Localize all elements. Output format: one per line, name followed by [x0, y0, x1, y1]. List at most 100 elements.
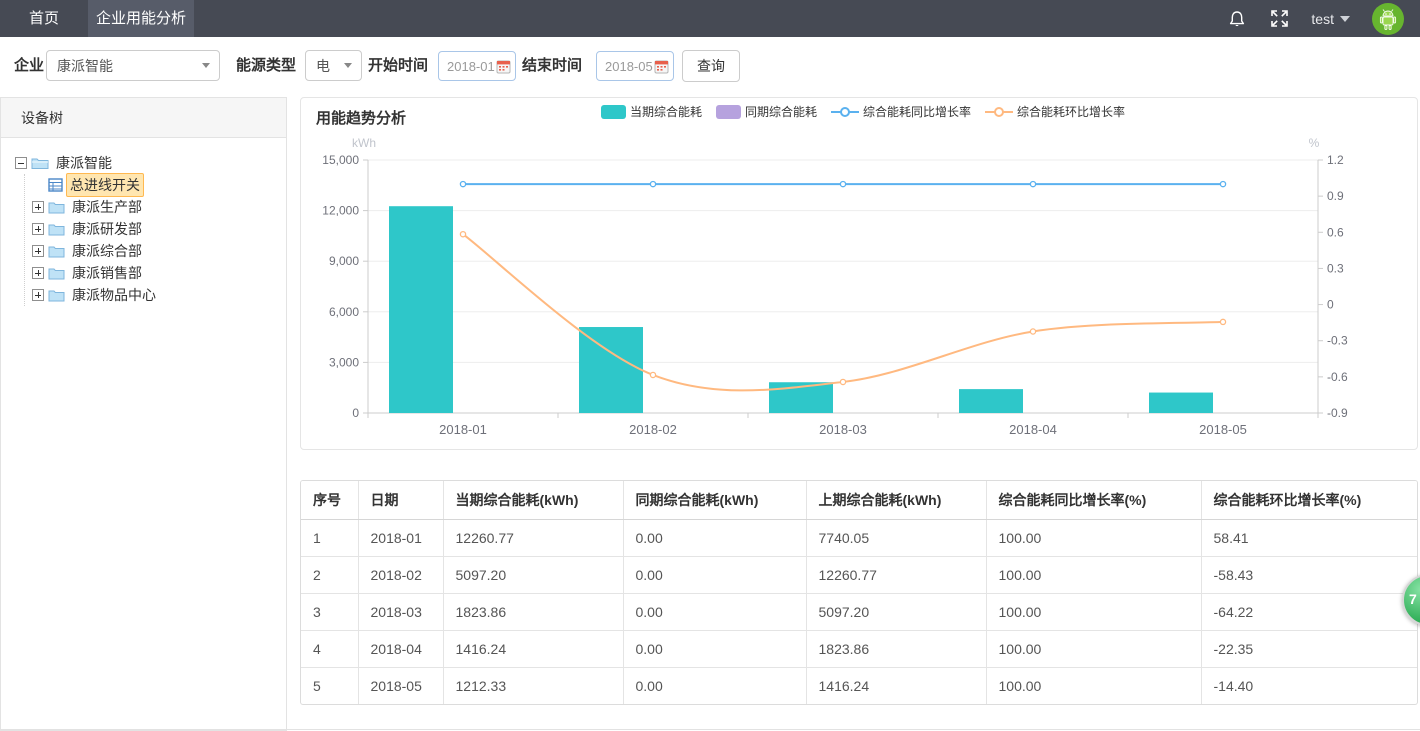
- table-cell: 2018-03: [358, 593, 443, 630]
- folder-icon: [48, 289, 65, 302]
- legend-item-mom-growth[interactable]: 综合能耗环比增长率: [985, 103, 1125, 120]
- table-cell: 0.00: [623, 667, 806, 704]
- table-header-cell: 日期: [358, 481, 443, 519]
- collapse-icon[interactable]: [15, 157, 27, 169]
- svg-text:-0.6: -0.6: [1327, 370, 1348, 384]
- folder-icon: [48, 223, 65, 236]
- enterprise-label: 企业: [14, 37, 44, 95]
- energy-type-select[interactable]: 电: [305, 50, 362, 81]
- tree-node-label: 康派研发部: [68, 217, 146, 241]
- start-date-input[interactable]: 2018-01: [438, 51, 516, 81]
- svg-text:0: 0: [352, 406, 359, 420]
- user-avatar[interactable]: [1372, 3, 1404, 35]
- enterprise-select[interactable]: 康派智能: [46, 50, 220, 81]
- line-swatch-icon: [831, 106, 859, 118]
- end-date-value: 2018-05: [597, 59, 654, 74]
- fullscreen-icon[interactable]: [1269, 9, 1289, 29]
- legend-label: 同期综合能耗: [745, 103, 817, 120]
- legend-item-yoy-growth[interactable]: 综合能耗同比增长率: [831, 103, 971, 120]
- tree-node-main-switch[interactable]: 总进线开关: [32, 174, 280, 196]
- tree-node-rd-dept[interactable]: 康派研发部: [32, 218, 280, 240]
- table-cell: 100.00: [986, 556, 1201, 593]
- expand-icon[interactable]: [32, 201, 44, 213]
- table-row: 5 2018-05 1212.33 0.00 1416.24 100.00 -1…: [301, 667, 1418, 704]
- table-cell: 12260.77: [443, 519, 623, 556]
- tree-connector: [32, 179, 44, 191]
- table-cell: 100.00: [986, 667, 1201, 704]
- open-folder-icon: [31, 156, 49, 170]
- table-header-cell: 序号: [301, 481, 358, 519]
- calendar-icon[interactable]: [654, 59, 669, 74]
- table-cell: 1823.86: [443, 593, 623, 630]
- tree-node-production-dept[interactable]: 康派生产部: [32, 196, 280, 218]
- svg-text:12,000: 12,000: [322, 204, 359, 218]
- chart-title: 用能趋势分析: [316, 107, 406, 128]
- svg-text:6,000: 6,000: [329, 305, 359, 319]
- table-cell: 100.00: [986, 630, 1201, 667]
- table-row: 2 2018-02 5097.20 0.00 12260.77 100.00 -…: [301, 556, 1418, 593]
- tree-node-goods-center[interactable]: 康派物品中心: [32, 284, 280, 306]
- svg-text:9,000: 9,000: [329, 254, 359, 268]
- table-header-row: 序号 日期 当期综合能耗(kWh) 同期综合能耗(kWh) 上期综合能耗(kWh…: [301, 481, 1418, 519]
- tree-node-label: 康派物品中心: [68, 283, 160, 307]
- tree-node-root[interactable]: 康派智能: [15, 152, 280, 174]
- expand-icon[interactable]: [32, 267, 44, 279]
- nav-tab-energy-analysis[interactable]: 企业用能分析: [88, 0, 194, 37]
- tree-children: 总进线开关 康派生产部 康派研发部 康派: [24, 174, 280, 306]
- notification-bell-icon[interactable]: [1227, 9, 1247, 29]
- table-cell: 1416.24: [806, 667, 986, 704]
- svg-text:kWh: kWh: [352, 136, 376, 150]
- trend-chart-panel: 用能趋势分析 当期综合能耗 同期综合能耗 综合能耗同比增长率 综合能耗环比增长率…: [300, 97, 1418, 450]
- calendar-icon[interactable]: [496, 59, 511, 74]
- table-cell: 1212.33: [443, 667, 623, 704]
- energy-data-table-panel: 序号 日期 当期综合能耗(kWh) 同期综合能耗(kWh) 上期综合能耗(kWh…: [300, 480, 1418, 705]
- table-row: 3 2018-03 1823.86 0.00 5097.20 100.00 -6…: [301, 593, 1418, 630]
- tree-node-general-dept[interactable]: 康派综合部: [32, 240, 280, 262]
- chevron-down-icon: [1340, 16, 1350, 22]
- svg-text:-0.9: -0.9: [1327, 406, 1348, 420]
- table-cell: 5097.20: [443, 556, 623, 593]
- trend-chart-canvas[interactable]: 03,0006,0009,00012,00015,000-0.9-0.6-0.3…: [301, 129, 1419, 449]
- legend-item-current-consumption[interactable]: 当期综合能耗: [601, 103, 702, 120]
- table-cell: 0.00: [623, 519, 806, 556]
- filter-bar: 企业 康派智能 能源类型 电 开始时间 2018-01 结束时间 2018-05…: [0, 37, 1420, 95]
- expand-icon[interactable]: [32, 289, 44, 301]
- line-swatch-icon: [985, 106, 1013, 118]
- device-tree-title: 设备树: [1, 98, 286, 138]
- svg-text:%: %: [1309, 136, 1320, 150]
- tree-node-label: 康派智能: [52, 151, 116, 175]
- user-menu[interactable]: test: [1311, 11, 1350, 27]
- tree-node-label: 总进线开关: [66, 173, 144, 197]
- legend-label: 综合能耗环比增长率: [1017, 103, 1125, 120]
- query-button[interactable]: 查询: [682, 50, 740, 82]
- table-cell: 3: [301, 593, 358, 630]
- folder-icon: [48, 201, 65, 214]
- svg-text:2018-02: 2018-02: [629, 422, 677, 437]
- username-label: test: [1311, 11, 1334, 27]
- table-cell: -64.22: [1201, 593, 1418, 630]
- expand-icon[interactable]: [32, 245, 44, 257]
- floating-edge-button-label: 7: [1409, 591, 1417, 607]
- expand-icon[interactable]: [32, 223, 44, 235]
- svg-text:0: 0: [1327, 298, 1334, 312]
- svg-text:15,000: 15,000: [322, 153, 359, 167]
- table-cell: 100.00: [986, 519, 1201, 556]
- table-cell: 2018-02: [358, 556, 443, 593]
- svg-text:3,000: 3,000: [329, 355, 359, 369]
- svg-text:2018-03: 2018-03: [819, 422, 867, 437]
- table-cell: 1823.86: [806, 630, 986, 667]
- legend-item-peer-consumption[interactable]: 同期综合能耗: [716, 103, 817, 120]
- nav-tab-home[interactable]: 首页: [0, 0, 88, 37]
- tree-node-sales-dept[interactable]: 康派销售部: [32, 262, 280, 284]
- table-cell: 2: [301, 556, 358, 593]
- energy-type-select-value: 电: [306, 56, 344, 76]
- svg-text:0.9: 0.9: [1327, 189, 1344, 203]
- meter-icon: [48, 178, 63, 192]
- device-tree-panel: 设备树 康派智能 总进线开关 康派生产部: [0, 97, 287, 731]
- table-cell: 2018-05: [358, 667, 443, 704]
- table-cell: 0.00: [623, 630, 806, 667]
- folder-icon: [48, 267, 65, 280]
- table-header-cell: 上期综合能耗(kWh): [806, 481, 986, 519]
- end-date-input[interactable]: 2018-05: [596, 51, 674, 81]
- table-cell: 7740.05: [806, 519, 986, 556]
